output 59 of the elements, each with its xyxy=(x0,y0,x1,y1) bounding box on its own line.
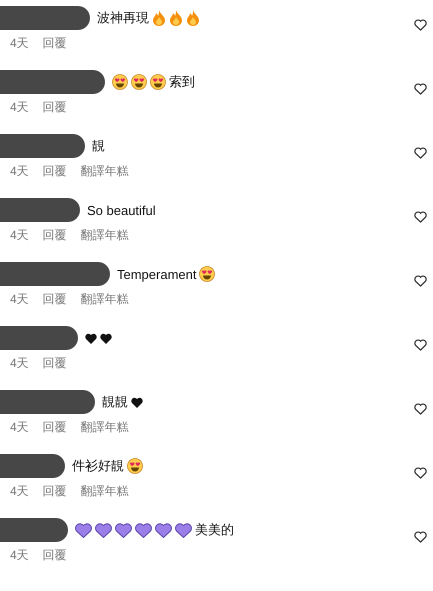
redaction-mark xyxy=(0,454,65,478)
like-button[interactable] xyxy=(414,467,427,479)
heart-eyes-face-icon xyxy=(199,266,216,282)
heart-icon xyxy=(155,522,172,538)
heart-icon xyxy=(131,396,143,408)
reply-link[interactable]: 回覆 xyxy=(42,419,67,436)
comment-text: 靚 xyxy=(92,137,105,155)
heart-eyes-face-icon xyxy=(127,458,143,474)
reply-link[interactable]: 回覆 xyxy=(42,355,67,372)
translate-link[interactable]: 翻譯年糕 xyxy=(80,483,129,500)
fire-icon xyxy=(169,10,183,26)
translate-link[interactable]: 翻譯年糕 xyxy=(80,291,129,308)
comment-text: 靚靚 xyxy=(102,393,128,411)
heart-icon xyxy=(85,332,97,344)
heart-icon xyxy=(100,332,112,344)
comment-text: Temperament xyxy=(117,266,196,282)
heart-icon xyxy=(115,522,132,538)
comment-time: 4天 xyxy=(10,35,29,52)
comment-time: 4天 xyxy=(10,291,29,308)
heart-icon xyxy=(175,522,192,538)
comment-time: 4天 xyxy=(10,355,29,372)
reply-link[interactable]: 回覆 xyxy=(42,163,67,180)
like-button[interactable] xyxy=(414,339,427,351)
heart-icon xyxy=(95,522,112,538)
like-button[interactable] xyxy=(414,83,427,95)
redaction-mark xyxy=(0,518,68,542)
reply-link[interactable]: 回覆 xyxy=(42,227,67,244)
like-button[interactable] xyxy=(414,19,427,31)
translate-link[interactable]: 翻譯年糕 xyxy=(80,163,129,180)
fire-icon xyxy=(186,10,200,26)
fire-icon xyxy=(152,10,166,26)
comment-text: 索到 xyxy=(169,73,195,91)
comment-text: So beautiful xyxy=(87,202,156,218)
heart-eyes-face-icon xyxy=(131,74,147,90)
comment-time: 4天 xyxy=(10,227,29,244)
heart-icon xyxy=(75,522,92,538)
reply-link[interactable]: 回覆 xyxy=(42,483,67,500)
comment-time: 4天 xyxy=(10,483,29,500)
heart-eyes-face-icon xyxy=(112,74,128,90)
heart-icon xyxy=(135,522,152,538)
reply-link[interactable]: 回覆 xyxy=(42,35,67,52)
comment-time: 4天 xyxy=(10,99,29,116)
translate-link[interactable]: 翻譯年糕 xyxy=(80,419,129,436)
heart-eyes-face-icon xyxy=(150,74,166,90)
like-button[interactable] xyxy=(414,147,427,159)
comment-text: 件衫好靚 xyxy=(72,457,124,475)
reply-link[interactable]: 回覆 xyxy=(42,291,67,308)
translate-link[interactable]: 翻譯年糕 xyxy=(80,227,129,244)
like-button[interactable] xyxy=(414,275,427,287)
comment-time: 4天 xyxy=(10,419,29,436)
comment-text: 波神再現 xyxy=(97,9,149,27)
reply-link[interactable]: 回覆 xyxy=(42,99,67,116)
reply-link[interactable]: 回覆 xyxy=(42,547,67,564)
comment-time: 4天 xyxy=(10,547,29,564)
like-button[interactable] xyxy=(414,211,427,223)
comment-time: 4天 xyxy=(10,163,29,180)
comment-text: 美美的 xyxy=(195,521,234,539)
like-button[interactable] xyxy=(414,531,427,543)
like-button[interactable] xyxy=(414,403,427,415)
